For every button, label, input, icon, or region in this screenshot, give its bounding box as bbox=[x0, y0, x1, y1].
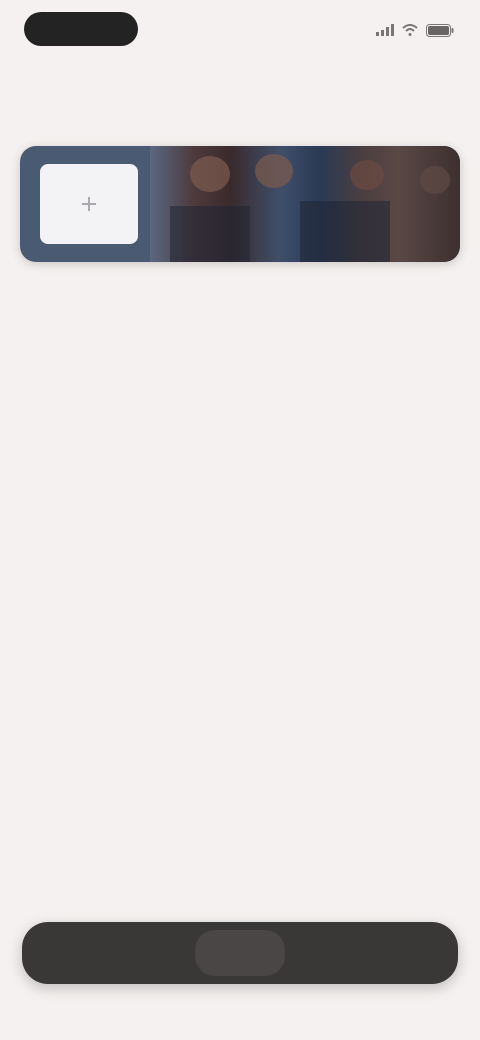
photo-subject bbox=[420, 166, 450, 194]
bottom-left-button[interactable] bbox=[22, 922, 195, 984]
battery-icon bbox=[426, 23, 454, 37]
photo-subject bbox=[255, 154, 293, 188]
add-photo-button[interactable] bbox=[40, 164, 138, 244]
plus-icon bbox=[78, 193, 100, 215]
status-bar bbox=[0, 0, 480, 60]
signal-icon bbox=[376, 24, 394, 36]
photo-shadow bbox=[300, 201, 390, 262]
status-time-pill bbox=[24, 12, 138, 46]
photo-subject bbox=[190, 156, 230, 192]
wifi-icon bbox=[402, 24, 418, 36]
bottom-action-bar bbox=[22, 922, 458, 984]
status-indicators bbox=[376, 18, 454, 42]
photo-subject bbox=[350, 160, 384, 190]
bottom-middle-button[interactable] bbox=[195, 930, 285, 976]
photo-strip-card[interactable] bbox=[20, 146, 460, 262]
photo-thumbnails[interactable] bbox=[150, 146, 460, 262]
bottom-right-button[interactable] bbox=[285, 922, 458, 984]
screen bbox=[0, 0, 480, 1040]
photo-shadow bbox=[170, 206, 250, 262]
